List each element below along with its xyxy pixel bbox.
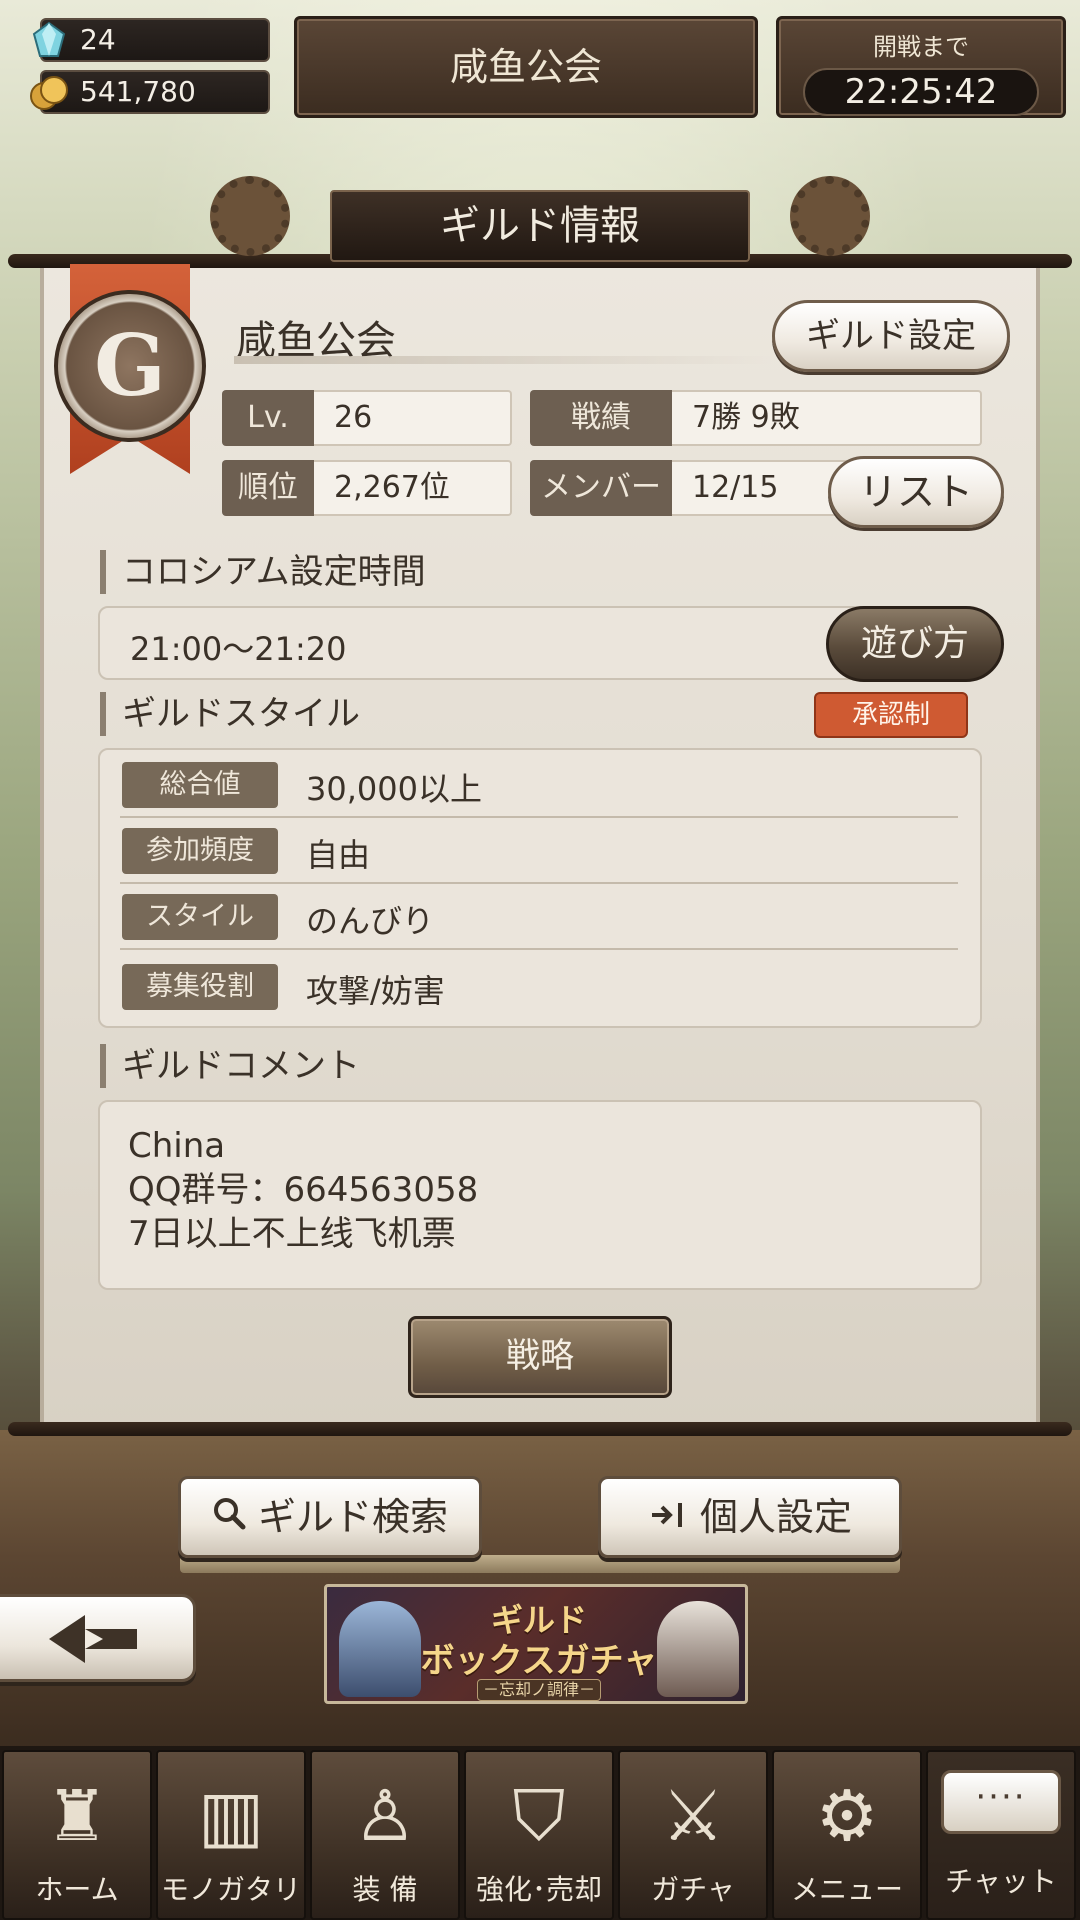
search-icon — [212, 1481, 246, 1557]
guild-box-gacha-banner[interactable]: ギルド ボックスガチャ －忘却ノ調律－ — [324, 1584, 748, 1704]
member-list-button[interactable]: リスト — [828, 456, 1004, 528]
panel-bottom-rod — [8, 1422, 1072, 1436]
nav-enhance-sell[interactable]: ⛉ 強化･売却 — [464, 1750, 614, 1920]
coin-counter: 541,780 — [30, 70, 270, 114]
gem-count: 24 — [80, 23, 116, 56]
castle-icon: ♜ — [45, 1775, 109, 1857]
style-row-label: スタイル — [122, 894, 278, 940]
banner-subtitle: －忘却ノ調律－ — [477, 1679, 601, 1701]
header-guild-name: 咸鱼公会 — [294, 16, 758, 118]
approval-badge: 承認制 — [814, 692, 968, 738]
timer-value: 22:25:42 — [803, 68, 1039, 116]
timer-label: 開戦まで — [873, 33, 969, 61]
nav-label: 強化･売却 — [475, 1873, 602, 1906]
enter-icon — [648, 1481, 688, 1557]
guild-style-heading: ギルドスタイル — [100, 692, 360, 736]
chat-bubble-icon: ···· — [941, 1770, 1061, 1834]
nav-equipment[interactable]: ♙ 装 備 — [310, 1750, 460, 1920]
coin-icon — [30, 76, 68, 110]
colosseum-heading: コロシアム設定時間 — [100, 550, 426, 594]
personal-settings-label: 個人設定 — [699, 1495, 852, 1539]
nav-gacha[interactable]: ⚔ ガチャ — [618, 1750, 768, 1920]
members-label: メンバー — [530, 460, 672, 516]
guild-name-underline — [234, 356, 774, 364]
level-label: Lv. — [222, 390, 314, 446]
rank-label: 順位 — [222, 460, 314, 516]
nav-menu[interactable]: ⚙ メニュー — [772, 1750, 922, 1920]
colosseum-time: 21:00〜21:20 — [130, 630, 347, 668]
nav-label: チャット — [945, 1865, 1057, 1898]
banner-title-line2: ボックスガチャ — [420, 1641, 658, 1681]
panel-title: ギルド情報 — [330, 190, 750, 262]
how-to-play-button[interactable]: 遊び方 — [826, 606, 1004, 682]
gears-icon: ⚙ — [815, 1775, 879, 1857]
style-row-value: 攻撃/妨害 — [306, 972, 445, 1010]
gear-ornament-left — [210, 176, 290, 256]
book-icon: ▥ — [197, 1775, 265, 1857]
nav-chat[interactable]: ···· チャット — [926, 1750, 1076, 1920]
level-value: 26 — [314, 390, 512, 446]
bottom-nav: ♜ ホーム ▥ モノガタリ ♙ 装 備 ⛉ 強化･売却 ⚔ ガチャ ⚙ メニュー… — [0, 1746, 1080, 1920]
nav-label: ホーム — [35, 1873, 119, 1906]
comment-line: QQ群号：664563058 — [128, 1170, 479, 1210]
style-divider — [120, 816, 958, 818]
strategy-button[interactable]: 戦略 — [408, 1316, 672, 1398]
style-row-label: 募集役割 — [122, 964, 278, 1010]
rank-value: 2,267位 — [314, 460, 512, 516]
style-row-label: 総合値 — [122, 762, 278, 808]
members-value: 12/15 — [672, 460, 852, 516]
style-divider — [120, 882, 958, 884]
nav-label: メニュー — [790, 1873, 903, 1906]
guild-search-label: ギルド検索 — [257, 1495, 448, 1539]
gem-counter: 24 — [32, 18, 270, 62]
style-row-label: 参加頻度 — [122, 828, 278, 874]
nav-label: ガチャ — [651, 1873, 735, 1906]
record-value: 7勝 9敗 — [672, 390, 982, 446]
guild-comment-heading: ギルドコメント — [100, 1044, 360, 1088]
guild-settings-button[interactable]: ギルド設定 — [772, 300, 1010, 372]
style-row-value: 自由 — [306, 836, 371, 874]
style-divider — [120, 948, 958, 950]
swords-icon: ⚔ — [661, 1775, 725, 1857]
nav-label: モノガタリ — [160, 1873, 301, 1906]
comment-line: China — [128, 1126, 226, 1166]
coin-count: 541,780 — [80, 75, 196, 108]
guild-search-button[interactable]: ギルド検索 — [178, 1476, 482, 1558]
style-row-value: のんびり — [306, 902, 435, 940]
nav-home[interactable]: ♜ ホーム — [2, 1750, 152, 1920]
battle-timer: 開戦まで 22:25:42 — [776, 16, 1066, 118]
back-button[interactable] — [0, 1594, 196, 1682]
gear-ornament-right — [790, 176, 870, 256]
comment-line: 7日以上不上线飞机票 — [128, 1214, 456, 1254]
guild-emblem: G — [54, 290, 206, 442]
shield-icon: ⛉ — [512, 1775, 566, 1857]
nav-label: 装 備 — [352, 1873, 418, 1906]
back-arrow-icon — [49, 1615, 137, 1663]
personal-settings-button[interactable]: 個人設定 — [598, 1476, 902, 1558]
nav-story[interactable]: ▥ モノガタリ — [156, 1750, 306, 1920]
style-row-value: 30,000以上 — [306, 770, 482, 808]
guild-comment-box: China QQ群号：664563058 7日以上不上线飞机票 — [98, 1100, 982, 1290]
record-label: 戦績 — [530, 390, 672, 446]
marionette-icon: ♙ — [353, 1775, 417, 1857]
gem-icon — [32, 21, 66, 57]
